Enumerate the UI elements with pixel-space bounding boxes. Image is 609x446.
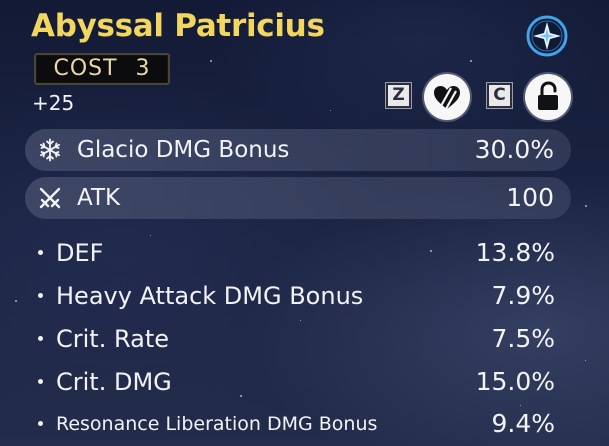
- unlocked-padlock-icon: [538, 81, 558, 110]
- bullet-dot-icon: [38, 250, 43, 255]
- background-star: [210, 60, 212, 62]
- heart-icon: [434, 86, 460, 110]
- background-star: [585, 360, 586, 361]
- sub-stat-label: Resonance Liberation DMG Bonus: [56, 413, 378, 435]
- sub-stat-value: 9.4%: [491, 409, 555, 438]
- bullet-dot-icon: [38, 336, 43, 341]
- sub-stat-value: 13.8%: [475, 238, 555, 267]
- cost-label: COST: [53, 56, 118, 81]
- favorite-hotkey-badge: Z: [386, 83, 411, 108]
- sub-stat-row: DEF 13.8%: [36, 233, 555, 273]
- sub-stat-row: Resonance Liberation DMG Bonus 9.4%: [36, 404, 555, 444]
- cost-value: 3: [135, 56, 151, 81]
- sub-stat-label: Crit. Rate: [56, 325, 169, 353]
- main-stat-row-glacio-dmg-bonus: Glacio DMG Bonus 30.0%: [25, 129, 571, 171]
- main-stat-row-atk: ATK 100: [25, 177, 571, 219]
- sub-stat-row: Heavy Attack DMG Bonus 7.9%: [36, 276, 555, 316]
- sub-stat-label: Heavy Attack DMG Bonus: [56, 282, 364, 310]
- favorite-button[interactable]: [424, 74, 470, 120]
- echo-name: Abyssal Patricius: [31, 8, 325, 44]
- bullet-dot-icon: [38, 379, 43, 384]
- lock-hotkey-badge: C: [487, 83, 512, 108]
- main-stat-value: 100: [506, 183, 554, 212]
- sub-stat-label: Crit. DMG: [56, 368, 172, 396]
- background-star: [15, 300, 17, 302]
- sub-stat-value: 7.5%: [491, 324, 555, 353]
- sub-stat-value: 7.9%: [491, 281, 555, 310]
- bullet-dot-icon: [38, 293, 43, 298]
- crossed-swords-icon: [39, 187, 61, 209]
- background-star: [470, 60, 472, 62]
- cost-badge: COST 3: [34, 53, 170, 85]
- lock-button[interactable]: [525, 74, 571, 120]
- main-stat-label: ATK: [77, 185, 121, 211]
- echo-level: +25: [32, 91, 75, 115]
- main-stat-value: 30.0%: [474, 135, 554, 164]
- bullet-dot-icon: [38, 421, 43, 426]
- sonata-compass-star-icon[interactable]: [526, 15, 568, 57]
- background-star: [330, 110, 331, 111]
- snowflake-icon: [40, 138, 61, 162]
- main-stat-label: Glacio DMG Bonus: [77, 137, 290, 163]
- sub-stat-label: DEF: [56, 239, 104, 267]
- sub-stat-value: 15.0%: [475, 367, 555, 396]
- background-star: [585, 205, 587, 207]
- sub-stat-row: Crit. DMG 15.0%: [36, 362, 555, 402]
- sub-stat-row: Crit. Rate 7.5%: [36, 319, 555, 359]
- echo-detail-panel: Abyssal Patricius COST 3 +25 Z C Glacio …: [0, 0, 609, 446]
